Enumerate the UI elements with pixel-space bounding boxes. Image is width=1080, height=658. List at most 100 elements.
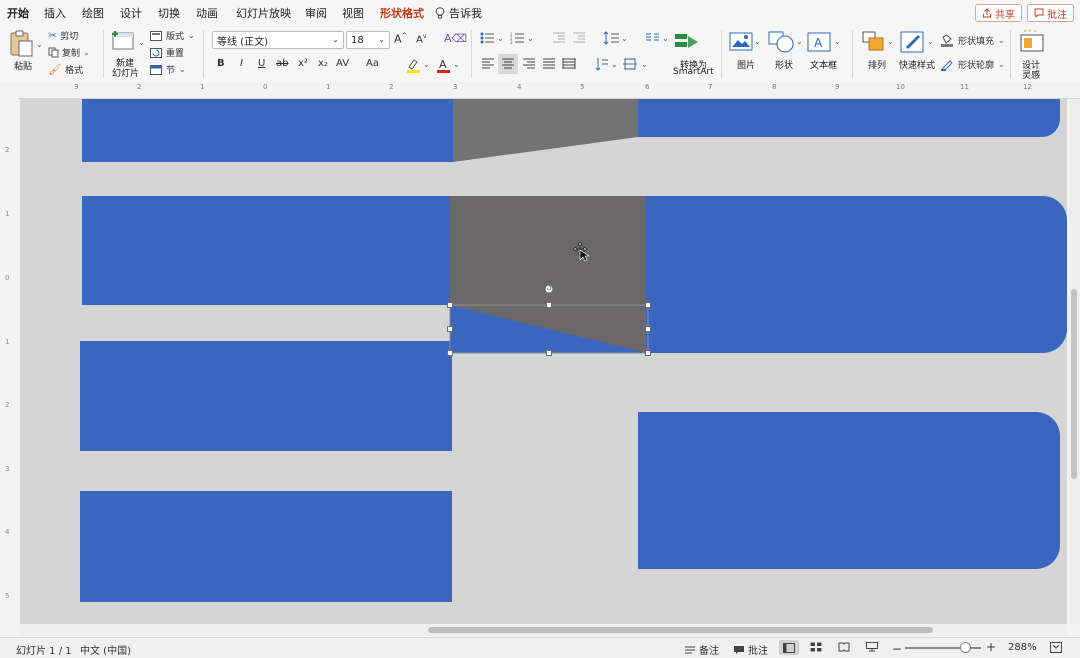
resize-handle[interactable]: [447, 350, 453, 356]
copy-button[interactable]: 复制 ⌄: [48, 46, 90, 59]
slide-sorter-button[interactable]: [810, 642, 822, 652]
scrollbar-thumb[interactable]: [1071, 289, 1077, 479]
tab-slideshow[interactable]: 幻灯片放映: [236, 5, 291, 21]
tab-view[interactable]: 视图: [342, 5, 364, 21]
align-right-icon: [523, 58, 535, 69]
align-right-button[interactable]: [522, 58, 536, 73]
font-size-select[interactable]: 18 ⌄: [346, 31, 390, 49]
bullets-button[interactable]: ⌄: [480, 32, 506, 47]
zoom-level[interactable]: 288%: [1008, 642, 1037, 653]
text-direction-button[interactable]: ⌄: [594, 57, 620, 74]
align-left-icon: [482, 58, 494, 69]
line-spacing-button[interactable]: ⌄: [603, 31, 629, 48]
tab-insert[interactable]: 插入: [44, 5, 66, 21]
gray-trapezoid-shape[interactable]: [453, 99, 638, 162]
bold-button[interactable]: B: [217, 58, 225, 69]
resize-handle[interactable]: [447, 302, 453, 308]
font-name-select[interactable]: 等线 (正文) ⌄: [212, 31, 344, 49]
scrollbar-thumb[interactable]: [428, 627, 933, 633]
shape-fill-button[interactable]: 形状填充 ⌄: [940, 34, 1005, 47]
tab-tell-me[interactable]: 告诉我: [435, 5, 482, 21]
zoom-slider-thumb[interactable]: [960, 642, 971, 653]
comments-button[interactable]: 批注: [1027, 4, 1074, 22]
layout-button[interactable]: 版式 ⌄: [150, 29, 195, 42]
line-spacing-icon: ⌄: [603, 31, 628, 45]
resize-handle[interactable]: [645, 350, 651, 356]
strikethrough-button[interactable]: ab: [276, 58, 288, 69]
justify-button[interactable]: [542, 58, 556, 73]
font-name-value: 等线 (正文): [217, 36, 268, 48]
vertical-scrollbar[interactable]: [1069, 99, 1080, 624]
character-spacing-button[interactable]: AV: [336, 58, 349, 69]
align-text-button[interactable]: ⌄: [622, 57, 650, 74]
fit-to-window-icon: [1050, 642, 1062, 653]
tab-shape-format[interactable]: 形状格式: [380, 5, 424, 21]
align-center-button[interactable]: [498, 54, 518, 74]
arrange-icon: ⌄: [862, 31, 894, 51]
language-indicator[interactable]: 中文 (中国): [80, 642, 131, 657]
columns-button[interactable]: ⌄: [645, 32, 671, 47]
paint-bucket-icon: [941, 34, 953, 47]
shape-button[interactable]: ⌄: [767, 30, 803, 57]
cut-button[interactable]: ✂ 剪切: [48, 29, 78, 42]
convert-smartart-button[interactable]: [674, 31, 702, 56]
highlight-button[interactable]: ⌄: [406, 57, 432, 76]
textbox-button[interactable]: A ⌄: [806, 31, 842, 56]
superscript-button[interactable]: x²: [298, 58, 308, 69]
reading-view-button[interactable]: [838, 642, 850, 652]
distributed-button[interactable]: [562, 58, 576, 73]
resize-handle[interactable]: [645, 326, 651, 332]
tab-home[interactable]: 开始: [7, 5, 29, 26]
textbox-icon: A ⌄: [807, 32, 841, 52]
arrange-button[interactable]: ⌄: [861, 30, 895, 57]
fit-slide-button[interactable]: [1050, 642, 1062, 653]
align-left-button[interactable]: [481, 58, 495, 73]
designer-button[interactable]: [1018, 29, 1046, 58]
horizontal-scrollbar[interactable]: [20, 624, 1067, 636]
font-color-button[interactable]: A ⌄: [436, 57, 462, 76]
zoom-slider[interactable]: [905, 642, 981, 653]
shape-outline-button[interactable]: 形状轮廓 ⌄: [940, 58, 1005, 71]
normal-view-button[interactable]: [779, 640, 799, 655]
increase-font-button[interactable]: A^: [394, 32, 407, 46]
ruler-number: 4: [5, 528, 10, 536]
format-painter-button[interactable]: 🖌 格式: [48, 63, 83, 76]
notes-button[interactable]: 备注: [684, 642, 719, 657]
tab-draw[interactable]: 绘图: [82, 5, 104, 21]
paste-button[interactable]: ⌄: [8, 30, 43, 61]
tab-animations[interactable]: 动画: [196, 5, 218, 21]
ribbon-separator: [203, 30, 204, 78]
numbering-button[interactable]: 123 ⌄: [510, 32, 536, 47]
quick-styles-button[interactable]: ⌄: [899, 30, 935, 57]
ruler-number: 12: [1023, 83, 1032, 91]
resize-handle[interactable]: [546, 350, 552, 356]
decrease-indent-button[interactable]: [552, 32, 566, 47]
tab-transitions[interactable]: 切换: [158, 5, 180, 21]
zoom-in-button[interactable]: +: [986, 640, 996, 654]
slide-canvas[interactable]: [20, 99, 1067, 624]
section-button[interactable]: 节 ⌄: [150, 63, 186, 76]
share-button[interactable]: 共享: [975, 4, 1022, 22]
clear-format-button[interactable]: A⌫: [444, 32, 467, 45]
ruler-number: 2: [5, 146, 10, 154]
picture-button[interactable]: ⌄: [729, 32, 761, 55]
resize-handle[interactable]: [645, 302, 651, 308]
zoom-out-button[interactable]: −: [892, 642, 902, 656]
tab-design[interactable]: 设计: [120, 5, 142, 21]
resize-handle[interactable]: [546, 302, 552, 308]
reset-button[interactable]: 重置: [150, 46, 184, 59]
quick-styles-icon: ⌄: [900, 31, 934, 53]
new-slide-button[interactable]: ⌄: [111, 30, 145, 55]
change-case-button[interactable]: Aa: [366, 58, 379, 69]
shape-label: 形状: [775, 61, 794, 71]
increase-indent-button[interactable]: [572, 32, 586, 47]
underline-button[interactable]: U: [258, 58, 265, 69]
font-grow-icon: A^: [394, 32, 408, 46]
resize-handle[interactable]: [447, 326, 453, 332]
status-comments-button[interactable]: 批注: [733, 642, 768, 657]
decrease-font-button[interactable]: Av: [416, 33, 426, 45]
italic-button[interactable]: I: [240, 58, 243, 69]
tab-review[interactable]: 审阅: [305, 5, 327, 21]
slideshow-button[interactable]: [866, 642, 878, 652]
subscript-button[interactable]: x₂: [318, 58, 328, 69]
